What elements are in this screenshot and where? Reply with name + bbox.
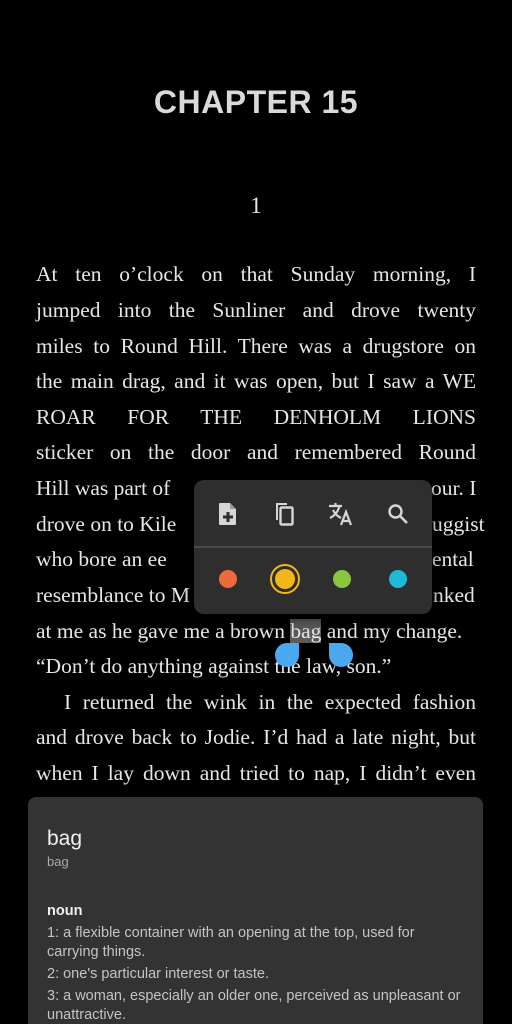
text-line[interactable]: jumped into the Sunliner and drove twent… <box>36 295 476 325</box>
dictionary-phonetic: bag <box>47 854 69 869</box>
part-of-speech: noun <box>47 903 83 919</box>
popup-actions <box>194 492 432 536</box>
section-number: 1 <box>250 193 262 218</box>
copy-button[interactable] <box>264 494 304 534</box>
popup-divider <box>194 546 432 548</box>
note-add-icon <box>217 502 239 526</box>
text-line[interactable]: “Don’t do anything against the law, son.… <box>36 651 476 681</box>
dictionary-panel[interactable]: bag bag noun 1: a flexible container wit… <box>28 797 483 1024</box>
selected-word[interactable]: bag <box>290 619 322 643</box>
search-button[interactable] <box>378 494 418 534</box>
text-line-fragment[interactable]: drove on to Kile <box>36 509 176 539</box>
text-after-selection: and my change. <box>321 619 463 643</box>
selection-popup <box>194 480 432 614</box>
text-line-fragment[interactable]: Hill was part of <box>36 473 170 503</box>
text-line[interactable]: I returned the wink in the expected fash… <box>64 687 476 717</box>
highlight-color-green[interactable] <box>333 570 351 588</box>
text-line[interactable]: when I lay down and tried to nap, I didn… <box>36 758 476 788</box>
dictionary-word: bag <box>47 827 83 850</box>
text-line[interactable]: and drove back to Jodie. I’d had a late … <box>36 722 476 752</box>
selection-start-handle[interactable] <box>275 643 299 667</box>
add-note-button[interactable] <box>208 494 248 534</box>
highlight-color-orange[interactable] <box>219 570 237 588</box>
translate-button[interactable] <box>321 494 361 534</box>
reader-page: CHAPTER 15 1 At ten o’clock on that Sund… <box>0 0 512 1024</box>
definition-item: 3: a woman, especially an older one, per… <box>47 988 461 1023</box>
text-line[interactable]: the main drag, and it was open, but I sa… <box>36 366 476 396</box>
text-line-fragment[interactable]: nked <box>433 580 475 610</box>
text-line-fragment[interactable]: resemblance to M <box>36 580 190 610</box>
chapter-title: CHAPTER 15 <box>153 84 359 120</box>
text-line[interactable]: At ten o’clock on that Sunday morning, I <box>36 259 476 289</box>
definition-item: 2: one's particular interest or taste. <box>47 966 269 982</box>
translate-icon <box>327 501 355 527</box>
text-line-fragment[interactable]: who bore an ee <box>36 544 167 574</box>
text-line-fragment[interactable]: uggist <box>432 509 485 539</box>
text-line-selected[interactable]: at me as he gave me a brown bag and my c… <box>36 616 462 646</box>
text-line-fragment[interactable]: ental <box>432 544 474 574</box>
text-line[interactable]: ROAR FOR THE DENHOLM LIONS <box>36 402 476 432</box>
search-icon <box>386 502 410 526</box>
text-before-selection: at me as he gave me a brown <box>36 619 291 643</box>
definition-item: 1: a flexible container with an opening … <box>47 925 415 960</box>
text-line-fragment[interactable]: our. I <box>431 473 476 503</box>
text-line[interactable]: sticker on the door and remembered Round <box>36 437 476 467</box>
text-line[interactable]: miles to Round Hill. There was a drugsto… <box>36 331 476 361</box>
highlight-color-cyan[interactable] <box>389 570 407 588</box>
highlight-color-yellow[interactable] <box>275 569 295 589</box>
selection-end-handle[interactable] <box>329 643 353 667</box>
copy-icon <box>272 501 296 527</box>
